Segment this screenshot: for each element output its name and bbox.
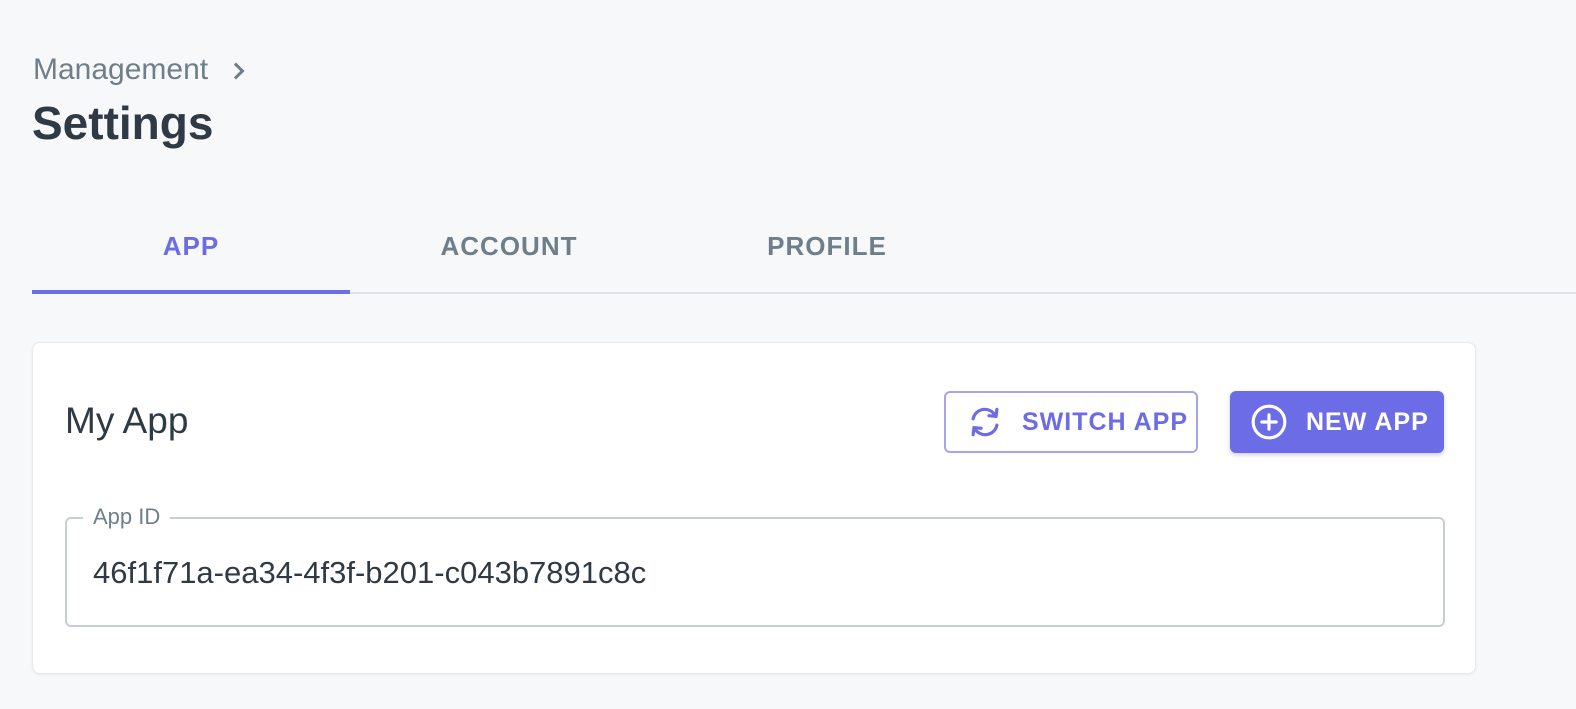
tab-app[interactable]: APP: [32, 200, 350, 294]
page-title: Settings: [32, 97, 214, 149]
chevron-right-icon: [227, 62, 245, 80]
app-card-title: My App: [65, 400, 189, 441]
new-app-label: NEW APP: [1306, 407, 1429, 436]
app-card: My App SWITCH APP NEW APP App ID 46f1f71…: [32, 342, 1476, 674]
tab-account[interactable]: ACCOUNT: [350, 200, 668, 292]
switch-app-button[interactable]: SWITCH APP: [944, 391, 1198, 453]
new-app-button[interactable]: NEW APP: [1230, 391, 1444, 453]
app-id-field: App ID: [65, 504, 1445, 627]
breadcrumb-management-link[interactable]: Management: [33, 52, 208, 88]
settings-tabs: APP ACCOUNT PROFILE: [32, 200, 1576, 294]
breadcrumb: Management: [33, 52, 245, 88]
app-id-input[interactable]: [93, 553, 1413, 593]
app-id-label: App ID: [83, 504, 171, 530]
sync-icon: [966, 403, 1004, 441]
settings-page: Management Settings APP ACCOUNT PROFILE …: [0, 0, 1576, 709]
plus-circle-icon: [1250, 403, 1288, 441]
tab-profile[interactable]: PROFILE: [668, 200, 986, 292]
switch-app-label: SWITCH APP: [1022, 407, 1189, 436]
